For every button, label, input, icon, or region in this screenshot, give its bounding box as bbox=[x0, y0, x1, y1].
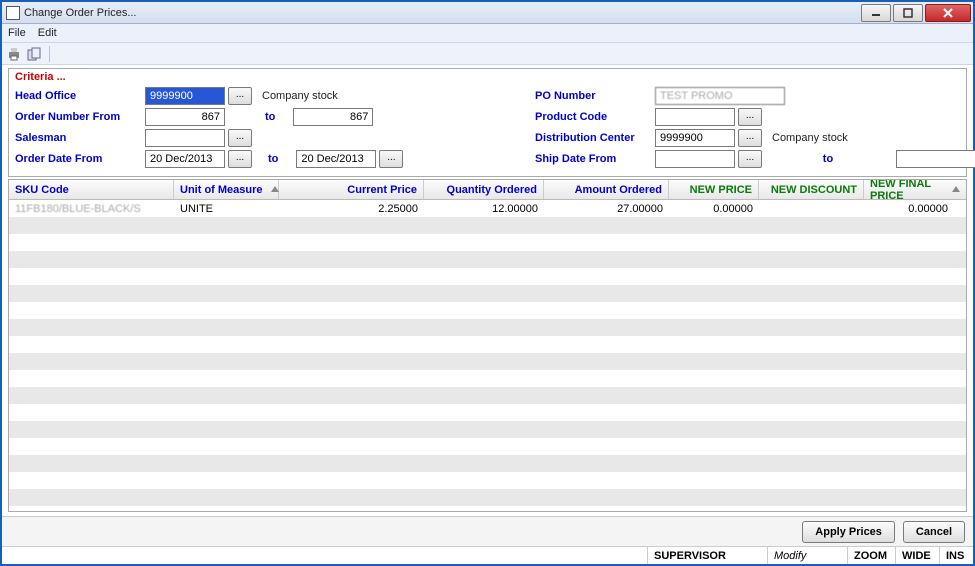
label-order-date-to: to bbox=[258, 153, 288, 165]
table-row bbox=[9, 319, 966, 336]
table-row bbox=[9, 455, 966, 472]
table-row bbox=[9, 438, 966, 455]
table-row bbox=[9, 472, 966, 489]
menu-edit[interactable]: Edit bbox=[38, 27, 57, 39]
po-number-input[interactable] bbox=[655, 87, 785, 105]
col-qty-ordered[interactable]: Quantity Ordered bbox=[424, 180, 544, 199]
table-row bbox=[9, 370, 966, 387]
table-row bbox=[9, 217, 966, 234]
head-office-input[interactable] bbox=[145, 87, 225, 105]
minimize-icon bbox=[871, 8, 881, 18]
app-window: Change Order Prices... File Edit Criteri bbox=[0, 0, 975, 566]
cell-new-final-price[interactable]: 0.00000 bbox=[864, 203, 966, 215]
close-button[interactable] bbox=[925, 4, 971, 22]
status-mode: Modify bbox=[767, 547, 847, 564]
titlebar: Change Order Prices... bbox=[2, 2, 973, 24]
product-code-lookup-button[interactable]: ... bbox=[738, 108, 762, 126]
statusbar: SUPERVISOR Modify ZOOM WIDE INS bbox=[2, 546, 973, 564]
col-new-price[interactable]: NEW PRICE bbox=[669, 180, 759, 199]
sort-arrow-icon bbox=[271, 184, 281, 194]
dist-center-desc: Company stock bbox=[772, 132, 848, 144]
window-title: Change Order Prices... bbox=[24, 7, 859, 19]
toolbar bbox=[2, 43, 973, 65]
ship-date-from-input[interactable] bbox=[655, 150, 735, 168]
order-date-to-input[interactable] bbox=[296, 150, 376, 168]
label-dist-center: Distribution Center bbox=[535, 132, 655, 144]
close-icon bbox=[942, 7, 954, 19]
cell-amt-ordered: 27.00000 bbox=[544, 203, 669, 215]
label-order-number-from: Order Number From bbox=[15, 111, 145, 123]
head-office-desc: Company stock bbox=[262, 90, 338, 102]
salesman-lookup-button[interactable]: ... bbox=[228, 129, 252, 147]
ship-date-to-input[interactable] bbox=[896, 150, 975, 168]
label-po-number: PO Number bbox=[535, 90, 655, 102]
order-date-from-input[interactable] bbox=[145, 150, 225, 168]
minimize-button[interactable] bbox=[861, 4, 891, 22]
table-row bbox=[9, 353, 966, 370]
sort-arrow-icon bbox=[952, 184, 962, 194]
menu-file[interactable]: File bbox=[8, 27, 26, 39]
col-current-price[interactable]: Current Price bbox=[279, 180, 424, 199]
maximize-button[interactable] bbox=[893, 4, 923, 22]
table-row bbox=[9, 387, 966, 404]
label-salesman: Salesman bbox=[15, 132, 145, 144]
table-row bbox=[9, 421, 966, 438]
col-amt-ordered[interactable]: Amount Ordered bbox=[544, 180, 669, 199]
toolbar-separator bbox=[49, 46, 50, 62]
print-icon[interactable] bbox=[6, 46, 22, 62]
bottom-bar: Apply Prices Cancel bbox=[2, 516, 973, 546]
label-order-number-to: to bbox=[255, 111, 285, 123]
criteria-panel: Criteria ... Head Office ... Company sto… bbox=[8, 68, 967, 177]
app-icon bbox=[6, 6, 20, 20]
label-order-date-from: Order Date From bbox=[15, 153, 145, 165]
status-user: SUPERVISOR bbox=[647, 547, 767, 564]
label-head-office: Head Office bbox=[15, 90, 145, 102]
grid-body[interactable]: 11FB180/BLUE-BLACK/S UNITE 2.25000 12.00… bbox=[9, 200, 966, 511]
salesman-input[interactable] bbox=[145, 129, 225, 147]
table-row bbox=[9, 404, 966, 421]
col-sku-code[interactable]: SKU Code bbox=[9, 180, 174, 199]
order-date-to-picker-button[interactable]: ... bbox=[379, 150, 403, 168]
head-office-lookup-button[interactable]: ... bbox=[228, 87, 252, 105]
product-code-input[interactable] bbox=[655, 108, 735, 126]
table-row bbox=[9, 234, 966, 251]
criteria-title: Criteria ... bbox=[15, 71, 960, 83]
cell-qty-ordered: 12.00000 bbox=[424, 203, 544, 215]
table-row bbox=[9, 251, 966, 268]
cancel-button[interactable]: Cancel bbox=[903, 521, 965, 543]
dist-center-lookup-button[interactable]: ... bbox=[738, 129, 762, 147]
order-number-from-input[interactable] bbox=[145, 108, 225, 126]
col-new-final-price[interactable]: NEW FINAL PRICE bbox=[864, 180, 966, 199]
table-row[interactable]: 11FB180/BLUE-BLACK/S UNITE 2.25000 12.00… bbox=[9, 200, 966, 217]
ship-date-from-picker-button[interactable]: ... bbox=[738, 150, 762, 168]
table-row bbox=[9, 489, 966, 506]
cell-sku: 11FB180/BLUE-BLACK/S bbox=[9, 203, 174, 215]
table-row bbox=[9, 268, 966, 285]
grid-header: SKU Code Unit of Measure Current Price Q… bbox=[9, 180, 966, 200]
table-row bbox=[9, 285, 966, 302]
col-uom[interactable]: Unit of Measure bbox=[174, 180, 279, 199]
label-ship-date-from: Ship Date From bbox=[535, 153, 655, 165]
cell-uom: UNITE bbox=[174, 203, 279, 215]
table-row bbox=[9, 302, 966, 319]
cell-new-price[interactable]: 0.00000 bbox=[669, 203, 759, 215]
table-row bbox=[9, 336, 966, 353]
export-icon[interactable] bbox=[26, 46, 42, 62]
order-date-from-picker-button[interactable]: ... bbox=[228, 150, 252, 168]
dist-center-input[interactable] bbox=[655, 129, 735, 147]
status-zoom[interactable]: ZOOM bbox=[847, 547, 895, 564]
label-product-code: Product Code bbox=[535, 111, 655, 123]
status-wide[interactable]: WIDE bbox=[895, 547, 939, 564]
label-ship-date-to: to bbox=[768, 153, 888, 165]
order-number-to-input[interactable] bbox=[293, 108, 373, 126]
table-row bbox=[9, 506, 966, 511]
apply-prices-button[interactable]: Apply Prices bbox=[802, 521, 895, 543]
order-grid: SKU Code Unit of Measure Current Price Q… bbox=[8, 179, 967, 512]
maximize-icon bbox=[903, 8, 913, 18]
col-new-discount[interactable]: NEW DISCOUNT bbox=[759, 180, 864, 199]
cell-current-price: 2.25000 bbox=[279, 203, 424, 215]
window-controls bbox=[859, 4, 971, 22]
status-ins[interactable]: INS bbox=[939, 547, 973, 564]
menubar: File Edit bbox=[2, 24, 973, 43]
